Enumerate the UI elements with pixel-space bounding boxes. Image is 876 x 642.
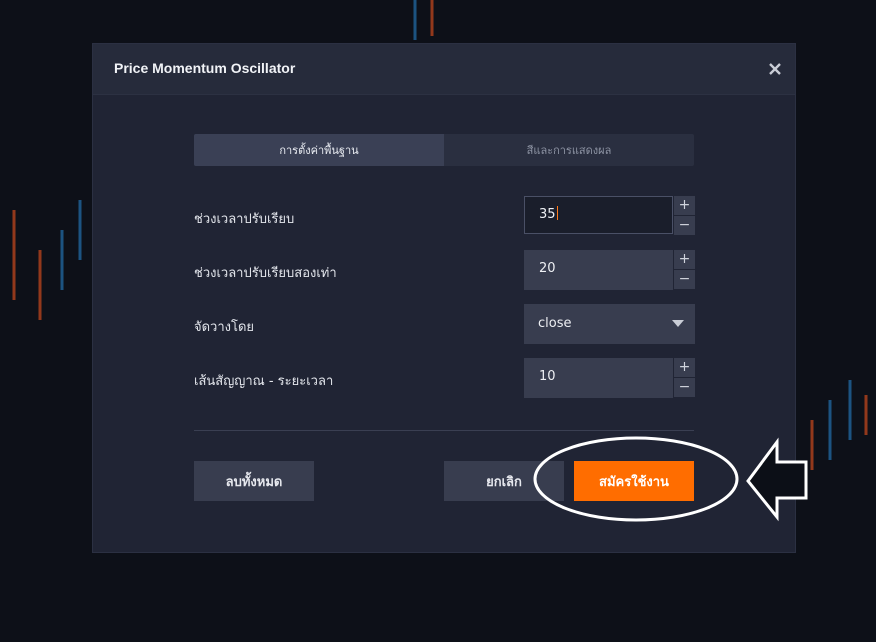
source-row: จัดวางโดย close: [194, 304, 695, 344]
source-label: จัดวางโดย: [194, 320, 255, 335]
decrement-button[interactable]: −: [674, 216, 695, 235]
decrement-button[interactable]: −: [674, 270, 695, 289]
tab-colors-display[interactable]: สีและการแสดงผล: [444, 134, 694, 166]
signal-period-row: เส้นสัญญาณ - ระยะเวลา 10 + −: [194, 358, 695, 398]
tab-basic-settings[interactable]: การตั้งค่าพื้นฐาน: [194, 134, 444, 166]
increment-button[interactable]: +: [674, 196, 695, 215]
signal-period-stepper: + −: [674, 358, 695, 398]
reset-all-button[interactable]: ลบทั้งหมด: [194, 461, 314, 501]
settings-tabs: การตั้งค่าพื้นฐาน สีและการแสดงผล: [194, 134, 694, 166]
smoothing-period-label: ช่วงเวลาปรับเรียบ: [194, 212, 295, 227]
signal-period-label: เส้นสัญญาณ - ระยะเวลา: [194, 374, 334, 389]
cancel-button[interactable]: ยกเลิก: [444, 461, 564, 501]
double-smoothing-period-stepper: + −: [674, 250, 695, 290]
increment-button[interactable]: +: [674, 250, 695, 269]
smoothing-period-value: 35: [539, 207, 556, 222]
increment-button[interactable]: +: [674, 358, 695, 377]
decrement-button[interactable]: −: [674, 378, 695, 397]
double-smoothing-period-input[interactable]: 20: [524, 250, 673, 290]
signal-period-input[interactable]: 10: [524, 358, 673, 398]
apply-button[interactable]: สมัครใช้งาน: [574, 461, 694, 501]
source-select[interactable]: close: [524, 304, 695, 344]
smoothing-period-stepper: + −: [674, 196, 695, 236]
smoothing-period-row: ช่วงเวลาปรับเรียบ 35 + −: [194, 196, 695, 236]
source-selected-value: close: [538, 316, 572, 331]
close-icon[interactable]: [767, 61, 783, 77]
divider: [194, 430, 694, 431]
double-smoothing-period-row: ช่วงเวลาปรับเรียบสองเท่า 20 + −: [194, 250, 695, 290]
dialog-title: Price Momentum Oscillator: [114, 60, 296, 76]
smoothing-period-input[interactable]: 35: [524, 196, 673, 234]
indicator-settings-dialog: Price Momentum Oscillator การตั้งค่าพื้น…: [93, 44, 795, 552]
text-caret: [556, 206, 558, 220]
dialog-header: Price Momentum Oscillator: [93, 44, 795, 95]
double-smoothing-period-label: ช่วงเวลาปรับเรียบสองเท่า: [194, 266, 337, 281]
chevron-down-icon: [672, 320, 684, 327]
